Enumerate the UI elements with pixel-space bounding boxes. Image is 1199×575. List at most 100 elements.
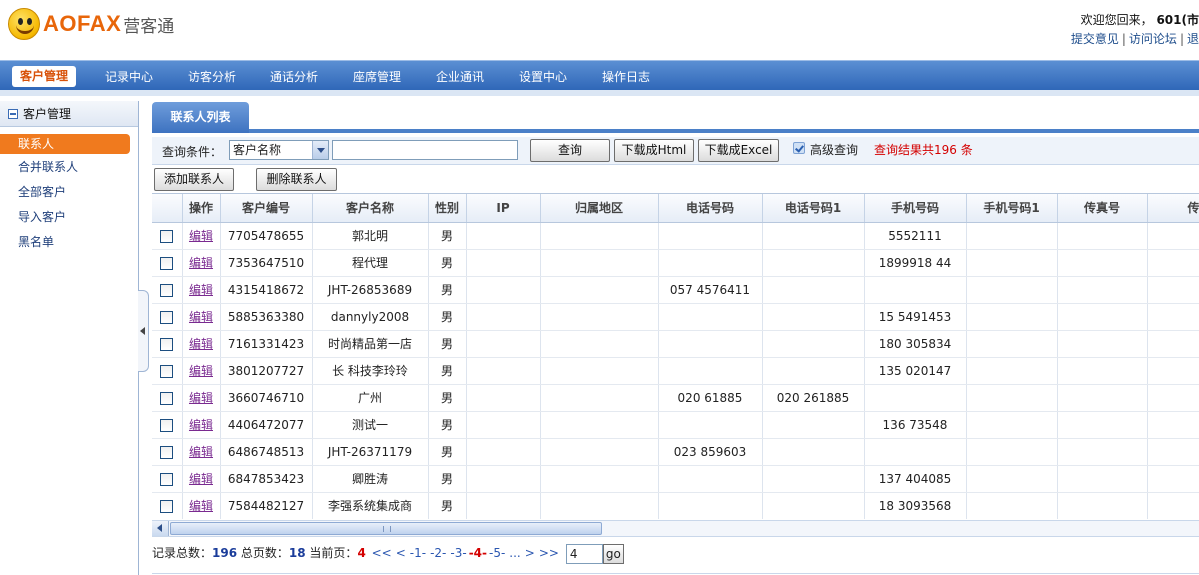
advanced-query-link[interactable]: 高级查询	[810, 141, 858, 158]
page-link-3[interactable]: -3-	[450, 546, 466, 560]
cell-mobile: 5552111	[864, 222, 967, 250]
sidebar-item-all-customers[interactable]: 全部客户	[0, 180, 138, 205]
cell-gender: 男	[428, 465, 467, 493]
sidebar-item-merge-contacts[interactable]: 合并联系人	[0, 155, 138, 180]
delete-contact-button[interactable]: 删除联系人	[256, 168, 337, 191]
cell-fax1	[1147, 492, 1199, 519]
first-page-link[interactable]: <<	[372, 546, 392, 560]
scroll-left-arrow-icon[interactable]	[152, 521, 169, 536]
prev-page-link[interactable]: <	[396, 546, 406, 560]
goto-page-input[interactable]: 4	[565, 543, 603, 564]
cell-phone1	[762, 330, 865, 358]
edit-link[interactable]: 编辑	[189, 337, 213, 351]
logout-link[interactable]: 退	[1187, 32, 1199, 46]
col-region[interactable]: 归属地区	[540, 194, 659, 223]
cell-region	[540, 411, 659, 439]
row-checkbox[interactable]	[160, 472, 174, 486]
download-html-button[interactable]: 下载成Html	[614, 139, 694, 162]
edit-link[interactable]: 编辑	[189, 310, 213, 324]
cell-fax	[1057, 330, 1148, 358]
table-row: 编辑 5885363380 dannyly2008 男 15 5491453	[152, 303, 1199, 331]
nav-customer-management[interactable]: 客户管理	[12, 66, 77, 87]
edit-link[interactable]: 编辑	[189, 256, 213, 270]
page-link-5[interactable]: -5-	[489, 546, 505, 560]
nav-enterprise-comm[interactable]: 企业通讯	[428, 67, 492, 87]
nav-call-analysis[interactable]: 通话分析	[262, 67, 326, 87]
row-checkbox[interactable]	[160, 256, 174, 270]
cell-ip	[466, 249, 541, 277]
row-checkbox[interactable]	[160, 337, 174, 351]
nav-record-center[interactable]: 记录中心	[97, 67, 161, 87]
col-checkbox	[152, 194, 183, 223]
scrollbar-thumb[interactable]	[170, 522, 602, 535]
col-mobile[interactable]: 手机号码	[864, 194, 967, 223]
col-fax[interactable]: 传真号	[1057, 194, 1148, 223]
sidebar-item-contacts[interactable]: 联系人	[0, 134, 130, 154]
col-mobile1[interactable]: 手机号码1	[966, 194, 1058, 223]
edit-link[interactable]: 编辑	[189, 445, 213, 459]
row-action-cell: 编辑	[182, 249, 221, 277]
row-checkbox-cell	[152, 330, 183, 358]
col-phone1[interactable]: 电话号码1	[762, 194, 865, 223]
nav-settings-center[interactable]: 设置中心	[511, 67, 575, 87]
edit-link[interactable]: 编辑	[189, 472, 213, 486]
sidebar-title[interactable]: 客户管理	[0, 101, 138, 127]
row-checkbox[interactable]	[160, 418, 174, 432]
download-excel-button[interactable]: 下载成Excel	[698, 139, 779, 162]
query-button[interactable]: 查询	[530, 139, 610, 162]
edit-link[interactable]: 编辑	[189, 229, 213, 243]
row-checkbox[interactable]	[160, 364, 174, 378]
cell-mobile: 180 305834	[864, 330, 967, 358]
next-page-link[interactable]: >	[525, 546, 535, 560]
query-input[interactable]	[332, 140, 518, 160]
add-contact-button[interactable]: 添加联系人	[154, 168, 234, 191]
last-page-link[interactable]: >>	[539, 546, 559, 560]
dropdown-arrow-icon[interactable]	[312, 141, 328, 159]
row-checkbox[interactable]	[160, 391, 174, 405]
edit-link[interactable]: 编辑	[189, 499, 213, 513]
col-phone[interactable]: 电话号码	[658, 194, 763, 223]
cell-fax1	[1147, 222, 1199, 250]
cell-gender: 男	[428, 492, 467, 519]
horizontal-scrollbar[interactable]	[152, 520, 1199, 537]
edit-link[interactable]: 编辑	[189, 283, 213, 297]
cell-ip	[466, 492, 541, 519]
page-link-2[interactable]: -2-	[430, 546, 446, 560]
cell-ip	[466, 276, 541, 304]
forum-link[interactable]: 访问论坛	[1129, 32, 1177, 46]
row-checkbox[interactable]	[160, 499, 174, 513]
advanced-query-icon[interactable]	[793, 142, 805, 154]
tab-contact-list[interactable]: 联系人列表	[152, 102, 249, 133]
go-button[interactable]: go	[602, 543, 624, 564]
nav-operation-log[interactable]: 操作日志	[594, 67, 658, 87]
total-records-label: 记录总数：	[152, 546, 213, 560]
edit-link[interactable]: 编辑	[189, 418, 213, 432]
collapse-minus-icon[interactable]	[8, 108, 18, 119]
col-customer-id[interactable]: 客户编号	[220, 194, 313, 223]
sidebar-item-blacklist[interactable]: 黑名单	[0, 230, 138, 255]
sidebar-toggle[interactable]	[138, 290, 149, 372]
col-gender[interactable]: 性别	[428, 194, 467, 223]
cell-phone1	[762, 438, 865, 466]
cell-fax	[1057, 465, 1148, 493]
page-link-1[interactable]: -1-	[410, 546, 426, 560]
col-customer-name[interactable]: 客户名称	[312, 194, 429, 223]
cell-gender: 男	[428, 303, 467, 331]
nav-seat-management[interactable]: 座席管理	[345, 67, 409, 87]
cell-customer-id: 4406472077	[220, 411, 313, 439]
edit-link[interactable]: 编辑	[189, 364, 213, 378]
edit-link[interactable]: 编辑	[189, 391, 213, 405]
feedback-link[interactable]: 提交意见	[1071, 32, 1119, 46]
nav-visitor-analysis[interactable]: 访客分析	[180, 67, 244, 87]
query-field-select[interactable]: 客户名称	[229, 140, 329, 160]
col-fax1[interactable]: 传真	[1147, 194, 1199, 223]
main-nav: 客户管理 记录中心 访客分析 通话分析 座席管理 企业通讯 设置中心 操作日志	[0, 60, 1199, 90]
col-ip[interactable]: IP	[466, 194, 541, 223]
row-checkbox[interactable]	[160, 310, 174, 324]
cell-mobile1	[966, 249, 1058, 277]
row-checkbox[interactable]	[160, 229, 174, 243]
row-checkbox[interactable]	[160, 283, 174, 297]
row-checkbox[interactable]	[160, 445, 174, 459]
sidebar-item-import-customers[interactable]: 导入客户	[0, 205, 138, 230]
cell-customer-name: 李强系统集成商	[312, 492, 429, 519]
